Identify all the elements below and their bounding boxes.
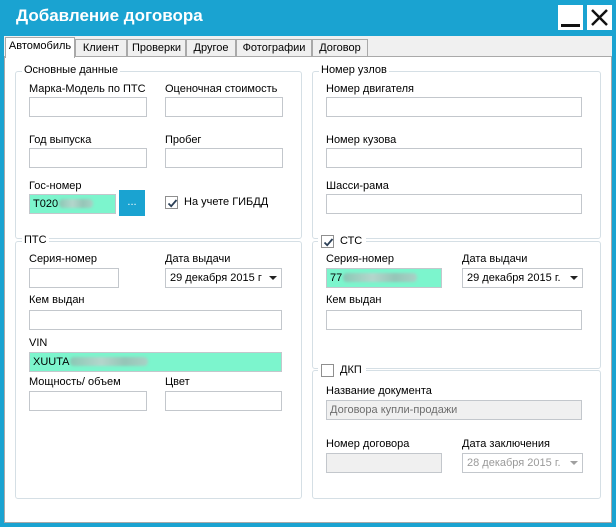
pts-issue-date-picker[interactable]: 29 декабря 2015 г bbox=[165, 268, 282, 288]
vin-input[interactable]: XUUTA bbox=[29, 352, 282, 372]
mileage-label: Пробег bbox=[165, 134, 202, 146]
contract-number-input[interactable] bbox=[326, 453, 442, 473]
basic-data-group: Основные данные Марка-Модель по ПТС Оцен… bbox=[15, 64, 302, 239]
close-button[interactable] bbox=[587, 5, 612, 30]
doc-name-label: Название документа bbox=[326, 385, 432, 397]
tab-automobile[interactable]: Автомобиль bbox=[5, 37, 75, 58]
estimated-cost-input[interactable] bbox=[165, 97, 283, 117]
chassis-label: Шасси-рама bbox=[326, 180, 389, 192]
dkp-group: ДКП Название документа Договора купли-пр… bbox=[312, 363, 601, 499]
pts-group: ПТС Серия-номер Дата выдачи 29 декабря 2… bbox=[15, 234, 302, 499]
chevron-down-icon bbox=[269, 276, 277, 280]
gibdd-label: На учете ГИБДД bbox=[184, 196, 269, 208]
vin-label: VIN bbox=[29, 337, 48, 349]
color-input[interactable] bbox=[165, 391, 282, 411]
sts-title-wrap: СТС bbox=[318, 234, 366, 250]
doc-name-input[interactable]: Договора купли-продажи bbox=[326, 400, 582, 420]
power-volume-label: Мощность/ объем bbox=[29, 376, 121, 388]
mileage-input[interactable] bbox=[165, 148, 283, 168]
plate-browse-button[interactable]: ... bbox=[119, 190, 145, 216]
sts-series-label: Серия-номер bbox=[326, 253, 394, 265]
checkmark-icon bbox=[167, 199, 178, 208]
sts-series-value: 77 bbox=[330, 272, 343, 284]
sts-title: СТС bbox=[340, 235, 363, 247]
tab-client[interactable]: Клиент bbox=[75, 39, 127, 57]
chevron-down-icon bbox=[570, 276, 578, 280]
units-title: Номер узлов bbox=[319, 64, 389, 76]
vin-value: XUUTA bbox=[33, 356, 70, 368]
year-label: Год выпуска bbox=[29, 134, 92, 146]
conclusion-date-picker[interactable]: 28 декабря 2015 г. bbox=[462, 453, 583, 473]
chassis-input[interactable] bbox=[326, 194, 582, 214]
body-number-label: Номер кузова bbox=[326, 134, 397, 146]
tab-photos[interactable]: Фотографии bbox=[236, 39, 312, 57]
redacted-mark bbox=[70, 357, 149, 366]
power-volume-input[interactable] bbox=[29, 391, 147, 411]
tab-checks[interactable]: Проверки bbox=[127, 39, 186, 57]
pts-issue-date-value: 29 декабря 2015 г bbox=[170, 272, 262, 284]
title-bar[interactable]: Добавление договора bbox=[0, 0, 616, 36]
app-window: Добавление договора Автомобиль Клиент Пр… bbox=[0, 0, 616, 527]
minimize-button[interactable] bbox=[558, 5, 583, 30]
tab-page-automobile: Основные данные Марка-Модель по ПТС Оцен… bbox=[4, 56, 612, 523]
pts-issued-by-input[interactable] bbox=[29, 310, 282, 330]
pts-issued-by-label: Кем выдан bbox=[29, 294, 85, 306]
sts-issue-date-picker[interactable]: 29 декабря 2015 г. bbox=[462, 268, 583, 288]
year-input[interactable] bbox=[29, 148, 147, 168]
body-number-input[interactable] bbox=[326, 148, 582, 168]
window-title: Добавление договора bbox=[16, 6, 203, 25]
plate-label: Гос-номер bbox=[29, 180, 82, 192]
basic-data-title: Основные данные bbox=[22, 64, 120, 76]
pts-title: ПТС bbox=[22, 234, 49, 246]
sts-issue-date-value: 29 декабря 2015 г. bbox=[467, 272, 561, 284]
engine-number-input[interactable] bbox=[326, 97, 582, 117]
contract-number-label: Номер договора bbox=[326, 438, 410, 450]
pts-issue-date-label: Дата выдачи bbox=[165, 253, 231, 265]
pts-series-input[interactable] bbox=[29, 268, 119, 288]
redacted-mark bbox=[343, 273, 418, 282]
sts-group: СТС Серия-номер 77 Дата выдачи 29 декабр… bbox=[312, 234, 601, 369]
window-client-area: Автомобиль Клиент Проверки Другое Фотогр… bbox=[4, 36, 612, 523]
make-model-label: Марка-Модель по ПТС bbox=[29, 83, 146, 95]
dkp-title: ДКП bbox=[340, 364, 362, 376]
dkp-checkbox[interactable] bbox=[321, 364, 334, 377]
conclusion-date-value: 28 декабря 2015 г. bbox=[467, 457, 561, 469]
dkp-title-wrap: ДКП bbox=[318, 363, 366, 379]
sts-series-input[interactable]: 77 bbox=[326, 268, 442, 288]
estimated-cost-label: Оценочная стоимость bbox=[165, 83, 278, 95]
close-icon bbox=[591, 9, 608, 26]
chevron-down-icon bbox=[570, 461, 578, 465]
sts-checkbox[interactable] bbox=[321, 235, 334, 248]
make-model-input[interactable] bbox=[29, 97, 147, 117]
sts-issue-date-label: Дата выдачи bbox=[462, 253, 528, 265]
units-group: Номер узлов Номер двигателя Номер кузова… bbox=[312, 64, 601, 239]
checkmark-icon bbox=[323, 238, 334, 247]
plate-value: Т020 bbox=[33, 198, 59, 210]
redacted-mark bbox=[59, 199, 94, 208]
pts-series-label: Серия-номер bbox=[29, 253, 97, 265]
sts-issued-by-label: Кем выдан bbox=[326, 294, 382, 306]
engine-number-label: Номер двигателя bbox=[326, 83, 415, 95]
tab-contract[interactable]: Договор bbox=[312, 39, 368, 57]
sts-issued-by-input[interactable] bbox=[326, 310, 582, 330]
gibdd-checkbox[interactable] bbox=[165, 196, 178, 209]
plate-input[interactable]: Т020 bbox=[29, 194, 116, 214]
tab-other[interactable]: Другое bbox=[186, 39, 236, 57]
conclusion-date-label: Дата заключения bbox=[462, 438, 550, 450]
color-label: Цвет bbox=[165, 376, 190, 388]
